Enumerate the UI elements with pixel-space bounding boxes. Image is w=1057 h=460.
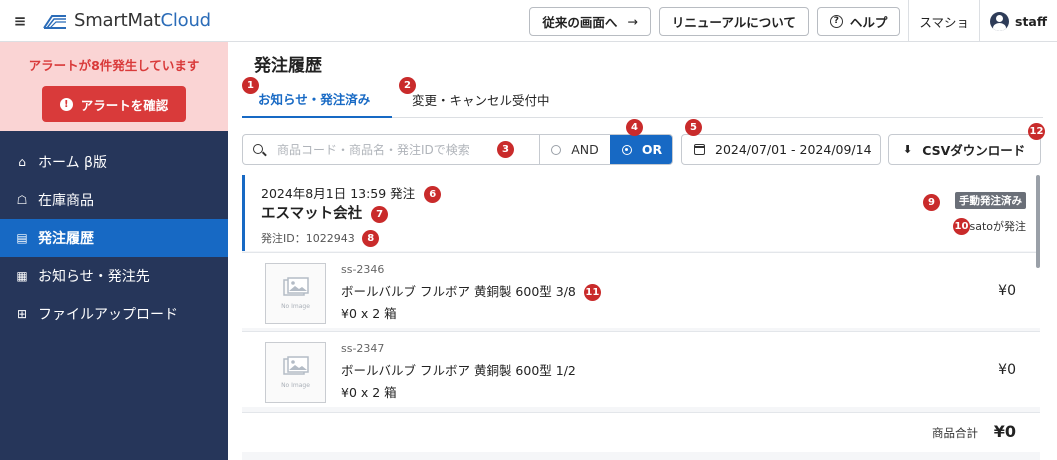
- product-price: ¥0: [998, 362, 1016, 378]
- check-alerts-button[interactable]: ! アラートを確認: [42, 86, 186, 122]
- radio-selected-icon: [621, 144, 632, 155]
- supplier-name: エスマット会社 7: [261, 202, 389, 224]
- annotation-badge: 12: [1028, 123, 1045, 140]
- product-thumbnail: No Image: [265, 263, 326, 324]
- annotation-badge: 10: [953, 218, 970, 235]
- product-price: ¥0: [998, 283, 1016, 299]
- tab-change-cancel[interactable]: 変更・キャンセル受付中: [412, 80, 550, 118]
- help-button[interactable]: ? ヘルプ: [816, 6, 901, 36]
- scrollbar[interactable]: [1035, 175, 1040, 460]
- sidebar-item-notices-suppliers[interactable]: ▦ お知らせ・発注先: [0, 257, 228, 295]
- legacy-view-button[interactable]: 従来の画面へ →: [529, 6, 651, 36]
- product-code: ss-2347: [341, 342, 385, 355]
- annotation-badge: 8: [362, 230, 380, 247]
- annotation-badge: 9: [923, 194, 940, 211]
- logo-text: SmartMatCloud: [74, 10, 211, 31]
- sidebar-nav: ⌂ ホーム β版 ☖ 在庫商品 ▤ 発注履歴 ▦ お知らせ・発注先 ⊞ ファイル…: [0, 143, 228, 333]
- product-name: ボールバルブ フルボア 黄銅製 600型 1/2: [341, 363, 576, 378]
- annotation-badge: 4: [626, 119, 643, 136]
- no-image-label: No Image: [281, 382, 310, 389]
- order-id: 発注ID：1022943 8: [261, 230, 380, 248]
- order-list: 2024年8月1日 13:59 発注 6 エスマット会社 7 発注ID：1022…: [242, 175, 1040, 460]
- user-avatar-icon: [990, 11, 1010, 31]
- product-code: ss-2346: [341, 263, 385, 276]
- order-item-row[interactable]: No Image ss-2346 ボールバルブ フルボア 黄銅製 600型 3/…: [242, 252, 1040, 328]
- filter-and-option[interactable]: AND: [539, 135, 610, 164]
- alert-panel: アラートが8件発生しています ! アラートを確認: [0, 42, 228, 131]
- help-icon: ?: [829, 14, 843, 28]
- logo-mark-icon: [43, 14, 66, 29]
- order-datetime: 2024年8月1日 13:59 発注 6: [261, 183, 442, 204]
- annotation-badge: 11: [583, 284, 601, 301]
- user-menu[interactable]: staff: [980, 11, 1057, 31]
- csv-download-button[interactable]: ⬇ CSVダウンロード: [888, 134, 1041, 165]
- sidebar-item-home[interactable]: ⌂ ホーム β版: [0, 143, 228, 181]
- inventory-icon: ☖: [16, 193, 28, 207]
- building-icon: ▦: [16, 269, 28, 283]
- sidebar-item-inventory[interactable]: ☖ 在庫商品: [0, 181, 228, 219]
- file-upload-icon: ⊞: [16, 307, 28, 321]
- product-thumbnail: No Image: [265, 342, 326, 403]
- order-item-row[interactable]: No Image ss-2347 ボールバルブ フルボア 黄銅製 600型 1/…: [242, 331, 1040, 407]
- tab-notices-ordered[interactable]: お知らせ・発注済み: [242, 80, 392, 118]
- radio-unselected-icon: [551, 144, 562, 155]
- top-bar: ≡ SmartMatCloud 従来の画面へ → リニューアルについて ? ヘル…: [0, 0, 1057, 42]
- total-label: 商品合計: [932, 426, 978, 440]
- annotation-badge: 5: [685, 119, 702, 136]
- product-quantity: ¥0 x 2 箱: [341, 385, 397, 400]
- annotation-badge: 7: [371, 206, 389, 223]
- arrow-right-icon: →: [627, 13, 638, 29]
- image-placeholder-icon: [282, 356, 309, 375]
- search-input[interactable]: [277, 135, 497, 164]
- date-range-picker[interactable]: 2024/07/01 - 2024/09/14: [681, 134, 881, 165]
- alert-message: アラートが8件発生しています: [28, 58, 200, 73]
- total-value: ¥0: [993, 422, 1016, 441]
- home-icon: ⌂: [18, 155, 26, 169]
- clipboard-icon: ▤: [16, 231, 28, 245]
- exclamation-icon: !: [59, 97, 73, 111]
- product-quantity: ¥0 x 2 箱: [341, 306, 397, 321]
- filter-or-option[interactable]: OR: [610, 135, 672, 164]
- logo[interactable]: SmartMatCloud: [42, 10, 211, 31]
- renewal-info-button[interactable]: リニューアルについて: [658, 6, 809, 36]
- download-icon: ⬇: [903, 143, 913, 156]
- calendar-icon: [694, 144, 705, 155]
- page-title: 発注履歴: [254, 56, 322, 76]
- product-name: ボールバルブ フルボア 黄銅製 600型 3/8 11: [341, 284, 601, 301]
- annotation-badge: 2: [399, 77, 416, 94]
- menu-collapse-icon[interactable]: ≡: [10, 12, 30, 30]
- main-content: 発注履歴 お知らせ・発注済み 変更・キャンセル受付中 1 2 AND OR 3 …: [228, 42, 1057, 460]
- order-header[interactable]: 2024年8月1日 13:59 発注 6 エスマット会社 7 発注ID：1022…: [242, 175, 1040, 251]
- annotation-badge: 1: [242, 77, 259, 94]
- status-badge: 手動発注済み: [955, 192, 1026, 209]
- search-box: AND OR: [242, 134, 673, 165]
- sidebar: アラートが8件発生しています ! アラートを確認 ⌂ ホーム β版 ☖ 在庫商品…: [0, 42, 228, 460]
- order-total-row: 商品合計 ¥0: [242, 412, 1040, 452]
- no-image-label: No Image: [281, 303, 310, 310]
- smartphone-link[interactable]: スマショ: [909, 12, 979, 31]
- search-icon: [253, 144, 263, 154]
- sidebar-item-file-upload[interactable]: ⊞ ファイルアップロード: [0, 295, 228, 333]
- scrollbar-thumb[interactable]: [1036, 175, 1040, 268]
- sidebar-item-order-history[interactable]: ▤ 発注履歴: [0, 219, 228, 257]
- tab-bar: お知らせ・発注済み 変更・キャンセル受付中: [242, 80, 1043, 118]
- image-placeholder-icon: [282, 277, 309, 296]
- ordered-by: satoが発注: [969, 220, 1026, 233]
- annotation-badge: 3: [497, 141, 514, 158]
- annotation-badge: 6: [424, 186, 442, 203]
